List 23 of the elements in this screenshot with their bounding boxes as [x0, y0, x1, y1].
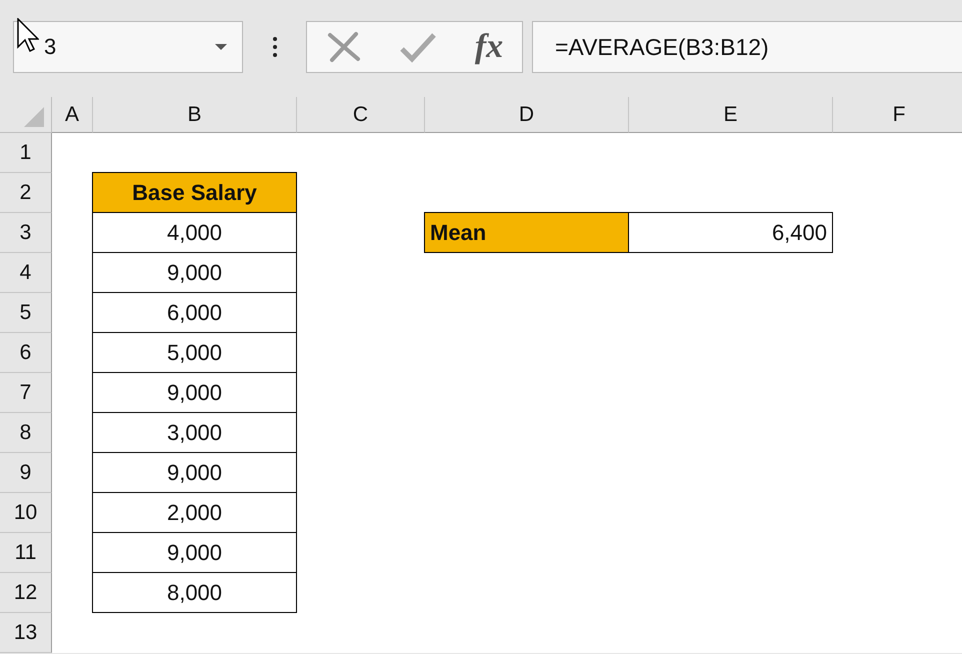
select-all-icon[interactable]	[23, 106, 45, 128]
table-header: Base Salary	[92, 172, 297, 213]
table-cell: 2,000	[92, 492, 297, 533]
table-cell: 9,000	[92, 532, 297, 573]
table-cell: 8,000	[92, 572, 297, 613]
insert-function-button[interactable]: fx	[474, 28, 504, 66]
mean-value: 6,400	[628, 212, 833, 253]
cancel-icon[interactable]	[326, 31, 362, 63]
table-cell: 9,000	[92, 252, 297, 293]
table-cell: 6,000	[92, 292, 297, 333]
mouse-pointer-icon	[17, 18, 39, 52]
checkmark-icon[interactable]	[399, 31, 438, 63]
formula-field[interactable]: =AVERAGE(B3:B12)	[532, 21, 962, 73]
dropdown-caret-icon[interactable]	[214, 43, 228, 51]
table-cell: 5,000	[92, 332, 297, 373]
table-cell: 9,000	[92, 372, 297, 413]
mean-label: Mean	[424, 212, 629, 253]
table-cell: 4,000	[92, 212, 297, 253]
cell-reference: 3	[44, 34, 58, 60]
table-cell: 9,000	[92, 452, 297, 493]
table-cell: 3,000	[92, 412, 297, 453]
more-options-icon[interactable]	[272, 36, 278, 58]
name-box[interactable]: 3	[13, 21, 243, 73]
